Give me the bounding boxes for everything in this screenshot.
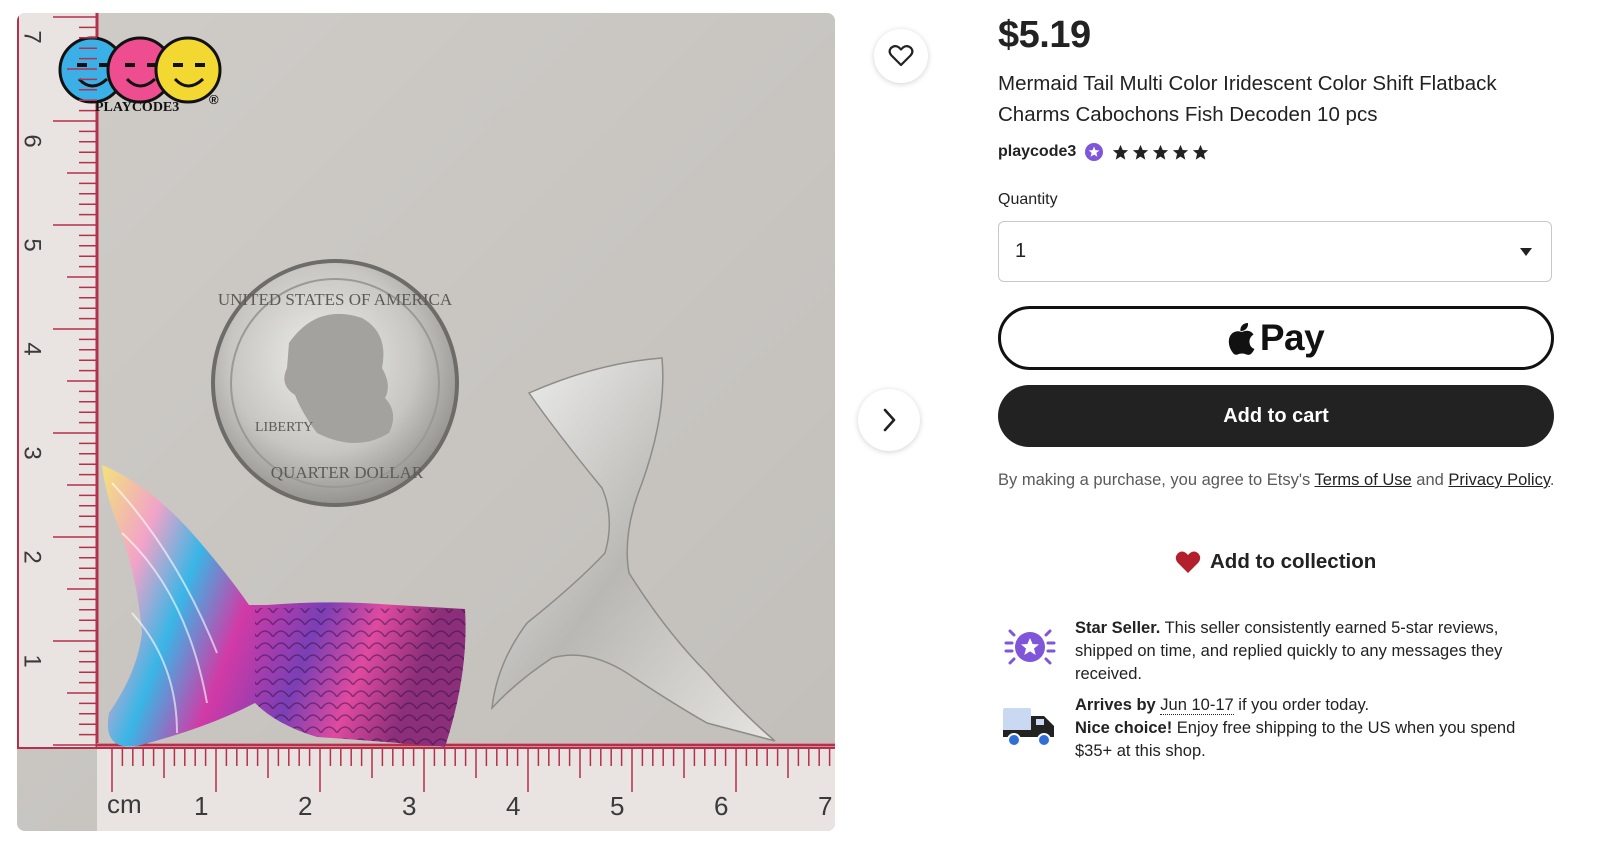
arrives-suffix: if you order today.	[1233, 696, 1370, 714]
apple-logo-icon	[1228, 322, 1255, 355]
rating-stars	[1112, 144, 1209, 161]
product-image[interactable]: UNITED STATES OF AMERICA LIBERTY QUARTER…	[17, 13, 835, 831]
star-icon	[1113, 144, 1129, 160]
arrives-date[interactable]: Jun 10-17	[1160, 696, 1234, 715]
ruler-unit-label: cm	[107, 789, 142, 819]
star-seller-icon	[1004, 629, 1056, 665]
star-seller-info: Star Seller. This seller consistently ea…	[1000, 617, 1550, 686]
star-seller-badge-icon	[1085, 143, 1104, 161]
add-to-cart-button[interactable]: Add to cart	[998, 385, 1554, 447]
star-icon	[1173, 144, 1189, 160]
delivery-truck-icon	[1003, 708, 1054, 747]
product-photo-illustration: UNITED STATES OF AMERICA LIBERTY QUARTER…	[17, 13, 835, 831]
shipping-text: Arrives by Jun 10-17 if you order today.…	[1075, 694, 1550, 763]
product-title: Mermaid Tail Multi Color Iridescent Colo…	[998, 72, 1497, 126]
legal-suffix: .	[1549, 471, 1555, 489]
legal-middle: and	[1411, 471, 1449, 489]
star-icon	[1153, 144, 1169, 160]
star-icon	[1193, 144, 1209, 160]
caret-down-icon	[1520, 247, 1532, 256]
terms-of-use-link[interactable]: Terms of Use	[1315, 471, 1412, 489]
product-price: $5.19	[998, 14, 1091, 56]
arrives-prefix: Arrives by	[1075, 696, 1161, 714]
svg-text:UNITED STATES OF AMERICA: UNITED STATES OF AMERICA	[218, 290, 453, 309]
favorite-button[interactable]	[874, 29, 928, 83]
quantity-value: 1	[1015, 240, 1027, 262]
brand-logo-text: PLAYCODE3	[95, 100, 180, 115]
apple-pay-button[interactable]: Pay	[998, 306, 1554, 370]
add-to-collection-label: Add to collection	[1210, 550, 1377, 573]
star-seller-title: Star Seller.	[1075, 619, 1161, 637]
legal-prefix: By making a purchase, you agree to Etsy'…	[998, 471, 1315, 489]
heart-filled-icon	[1175, 551, 1201, 573]
seller-row: playcode3	[998, 140, 1209, 164]
seller-name-link[interactable]: playcode3	[998, 143, 1076, 161]
star-seller-text: Star Seller. This seller consistently ea…	[1075, 617, 1550, 686]
shipping-info: Arrives by Jun 10-17 if you order today.…	[1000, 694, 1550, 763]
star-icon	[1133, 144, 1149, 160]
brand-logo-registered: ®	[209, 92, 219, 107]
chevron-right-icon	[883, 408, 896, 432]
quantity-select[interactable]: 1	[998, 221, 1552, 282]
next-image-button[interactable]	[858, 389, 920, 451]
add-to-collection-button[interactable]: Add to collection	[1174, 545, 1376, 579]
quarter-coin: UNITED STATES OF AMERICA LIBERTY QUARTER…	[211, 259, 459, 507]
apple-pay-label: Pay	[1259, 317, 1325, 358]
quantity-label: Quantity	[998, 191, 1058, 208]
purchase-legal-text: By making a purchase, you agree to Etsy'…	[998, 469, 1558, 492]
svg-text:LIBERTY: LIBERTY	[255, 420, 313, 435]
heart-outline-icon	[888, 45, 914, 67]
privacy-policy-link[interactable]: Privacy Policy	[1448, 471, 1549, 489]
svg-text:QUARTER DOLLAR: QUARTER DOLLAR	[271, 463, 424, 482]
nice-choice-title: Nice choice!	[1075, 719, 1173, 737]
